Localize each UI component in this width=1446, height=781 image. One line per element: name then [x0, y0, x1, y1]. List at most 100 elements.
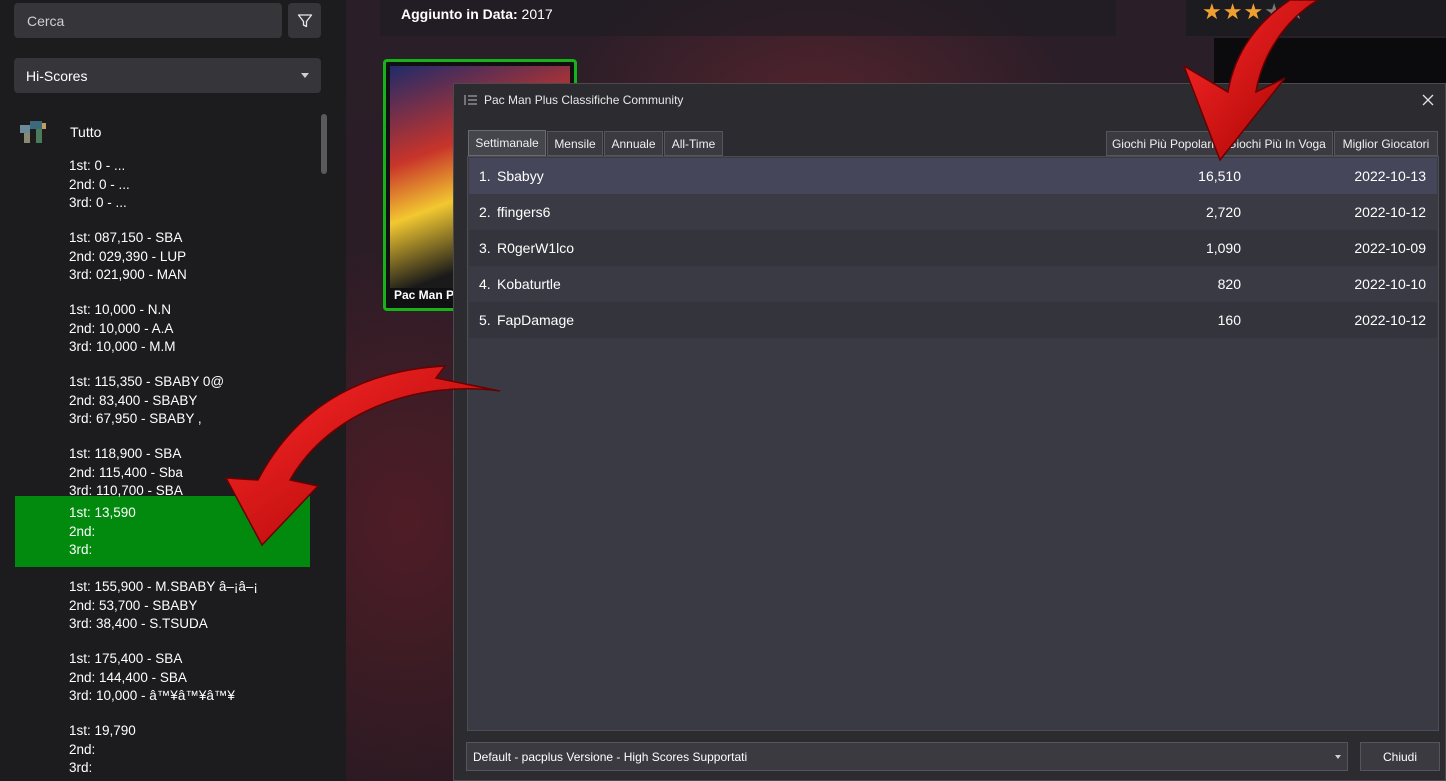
rank-position: 1. — [479, 168, 491, 184]
dialog-titlebar[interactable]: Pac Man Plus Classifiche Community — [454, 84, 1445, 116]
score-second: 2nd: — [69, 741, 96, 757]
list-item[interactable]: 1st: 0 - ... 2nd: 0 - ... 3rd: 0 - ... — [15, 157, 310, 229]
list-item[interactable]: 1st: 155,900 - M.SBABY â–¡â–¡ 2nd: 53,70… — [15, 567, 310, 650]
tab-all-time[interactable]: All-Time — [664, 131, 723, 156]
score-first: 1st: 115,350 - SBABY 0@ — [69, 374, 225, 389]
score-second: 2nd: 83,400 - SBABY — [69, 392, 198, 408]
list-item[interactable]: 1st: 19,790 2nd: 3rd: — [15, 722, 310, 781]
rank-position: 2. — [479, 204, 491, 220]
table-row[interactable]: 1. Sbabyy 16,510 2022-10-13 — [469, 158, 1437, 194]
score-third: 3rd: 67,950 - SBABY , — [69, 411, 202, 426]
score-second: 2nd: 115,400 - Sba — [69, 464, 183, 480]
star-icon: ★ — [1264, 0, 1285, 24]
player-name: ffingers6 — [497, 204, 551, 220]
score-date: 2022-10-09 — [1354, 240, 1426, 256]
score-second: 2nd: 0 - ... — [69, 176, 130, 192]
player-score: 160 — [1217, 312, 1241, 328]
filter-button[interactable] — [288, 3, 321, 38]
version-dropdown-value: Default - pacplus Versione - High Scores… — [473, 749, 748, 764]
score-first: 1st: 10,000 - N.N — [69, 302, 172, 317]
tab-yearly[interactable]: Annuale — [604, 131, 663, 156]
list-item[interactable]: 1st: 115,350 - SBABY 0@ 2nd: 83,400 - SB… — [15, 373, 310, 445]
list-item-selected[interactable]: 1st: 13,590 2nd: 3rd: — [15, 496, 310, 567]
rank-position: 4. — [479, 276, 491, 292]
category-dropdown[interactable]: Hi-Scores — [14, 58, 321, 93]
leaderboard-table: 1. Sbabyy 16,510 2022-10-13 2. ffingers6… — [467, 156, 1439, 731]
list-item-all-label: Tutto — [70, 124, 102, 140]
score-date: 2022-10-10 — [1354, 276, 1426, 292]
score-first: 1st: 0 - ... — [69, 158, 126, 173]
list-item[interactable]: 1st: 118,900 - SBA 2nd: 115,400 - Sba 3r… — [15, 445, 310, 499]
score-first: 1st: 155,900 - M.SBABY â–¡â–¡ — [69, 579, 258, 594]
list-item[interactable]: 1st: 087,150 - SBA 2nd: 029,390 - LUP 3r… — [15, 229, 310, 301]
player-score: 16,510 — [1198, 168, 1241, 184]
close-button[interactable] — [1419, 91, 1437, 109]
tab-most-popular[interactable]: Giochi Più Popolari — [1106, 131, 1220, 156]
sidebar: Hi-Scores Tutto 1st: 0 - ... 2nd: 0 - ..… — [0, 0, 346, 781]
star-icon: ★ — [1284, 0, 1306, 24]
score-second: 2nd: 144,400 - SBA — [69, 669, 187, 685]
version-dropdown[interactable]: Default - pacplus Versione - High Scores… — [466, 742, 1348, 771]
tab-trending[interactable]: Giochi Più In Voga — [1220, 131, 1333, 156]
player-name: Kobaturtle — [497, 276, 561, 292]
hiscore-list: 1st: 0 - ... 2nd: 0 - ... 3rd: 0 - ... 1… — [15, 157, 310, 781]
tab-weekly[interactable]: Settimanale — [468, 130, 546, 156]
player-name: Sbabyy — [497, 168, 544, 184]
score-date: 2022-10-12 — [1354, 312, 1426, 328]
search-input[interactable] — [14, 3, 282, 38]
player-score: 2,720 — [1205, 204, 1241, 220]
score-date: 2022-10-12 — [1354, 204, 1426, 220]
star-icon: ★ — [1202, 0, 1223, 24]
score-third: 3rd: 021,900 - MAN — [69, 267, 187, 282]
category-dropdown-value: Hi-Scores — [26, 67, 88, 84]
added-date-label: Aggiunto in Data: — [401, 6, 518, 22]
filter-icon — [297, 13, 312, 27]
table-row[interactable]: 5. FapDamage 160 2022-10-12 — [469, 302, 1437, 338]
player-name: R0gerW1lco — [497, 240, 575, 256]
tab-top-players[interactable]: Miglior Giocatori — [1334, 131, 1438, 156]
score-second: 2nd: 029,390 - LUP — [69, 248, 187, 264]
score-third: 3rd: — [69, 760, 93, 775]
dialog-title: Pac Man Plus Classifiche Community — [484, 93, 684, 107]
player-name: FapDamage — [497, 312, 575, 328]
score-first: 1st: 175,400 - SBA — [69, 651, 183, 666]
score-first: 1st: 087,150 - SBA — [69, 230, 183, 245]
game-tile-title: Pac Man Pl — [394, 288, 458, 302]
table-row[interactable]: 3. R0gerW1lco 1,090 2022-10-09 — [469, 230, 1437, 266]
all-games-icon — [20, 121, 46, 143]
list-item[interactable]: 1st: 175,400 - SBA 2nd: 144,400 - SBA 3r… — [15, 650, 310, 722]
chevron-down-icon — [1335, 754, 1341, 759]
tab-monthly[interactable]: Mensile — [547, 131, 603, 156]
rating-stars: ★★★★★ — [1186, 0, 1446, 36]
leaderboard-dialog: Pac Man Plus Classifiche Community Setti… — [453, 83, 1446, 781]
close-icon — [1422, 94, 1434, 106]
score-third: 3rd: 10,000 - â™¥â™¥â™¥ — [69, 688, 235, 703]
rank-position: 3. — [479, 240, 491, 256]
close-dialog-button[interactable]: Chiudi — [1360, 742, 1440, 771]
list-scrollbar[interactable] — [321, 114, 327, 174]
table-row[interactable]: 2. ffingers6 2,720 2022-10-12 — [469, 194, 1437, 230]
star-icon: ★ — [1222, 0, 1244, 24]
rank-position: 5. — [479, 312, 491, 328]
table-row[interactable]: 4. Kobaturtle 820 2022-10-10 — [469, 266, 1437, 302]
side-artwork — [1214, 38, 1446, 88]
star-icon: ★ — [1243, 0, 1265, 24]
added-date: Aggiunto in Data: 2017 — [401, 6, 553, 22]
chevron-down-icon — [301, 73, 309, 78]
score-second: 2nd: 10,000 - A.A — [69, 320, 174, 336]
score-third: 3rd: 38,400 - S.TSUDA — [69, 616, 208, 631]
score-first: 1st: 13,590 — [69, 505, 136, 520]
score-date: 2022-10-13 — [1354, 168, 1426, 184]
score-second: 2nd: 53,700 - SBABY — [69, 597, 198, 613]
score-third: 3rd: 0 - ... — [69, 195, 127, 210]
player-score: 820 — [1217, 276, 1241, 292]
player-score: 1,090 — [1205, 240, 1241, 256]
score-first: 1st: 19,790 — [69, 723, 136, 738]
list-icon — [464, 95, 477, 105]
added-date-value: 2017 — [521, 6, 553, 22]
score-third: 3rd: — [69, 542, 93, 557]
list-item[interactable]: 1st: 10,000 - N.N 2nd: 10,000 - A.A 3rd:… — [15, 301, 310, 373]
list-item-all[interactable]: Tutto — [15, 114, 310, 150]
score-third: 3rd: 10,000 - M.M — [69, 339, 176, 354]
score-second: 2nd: — [69, 523, 96, 539]
